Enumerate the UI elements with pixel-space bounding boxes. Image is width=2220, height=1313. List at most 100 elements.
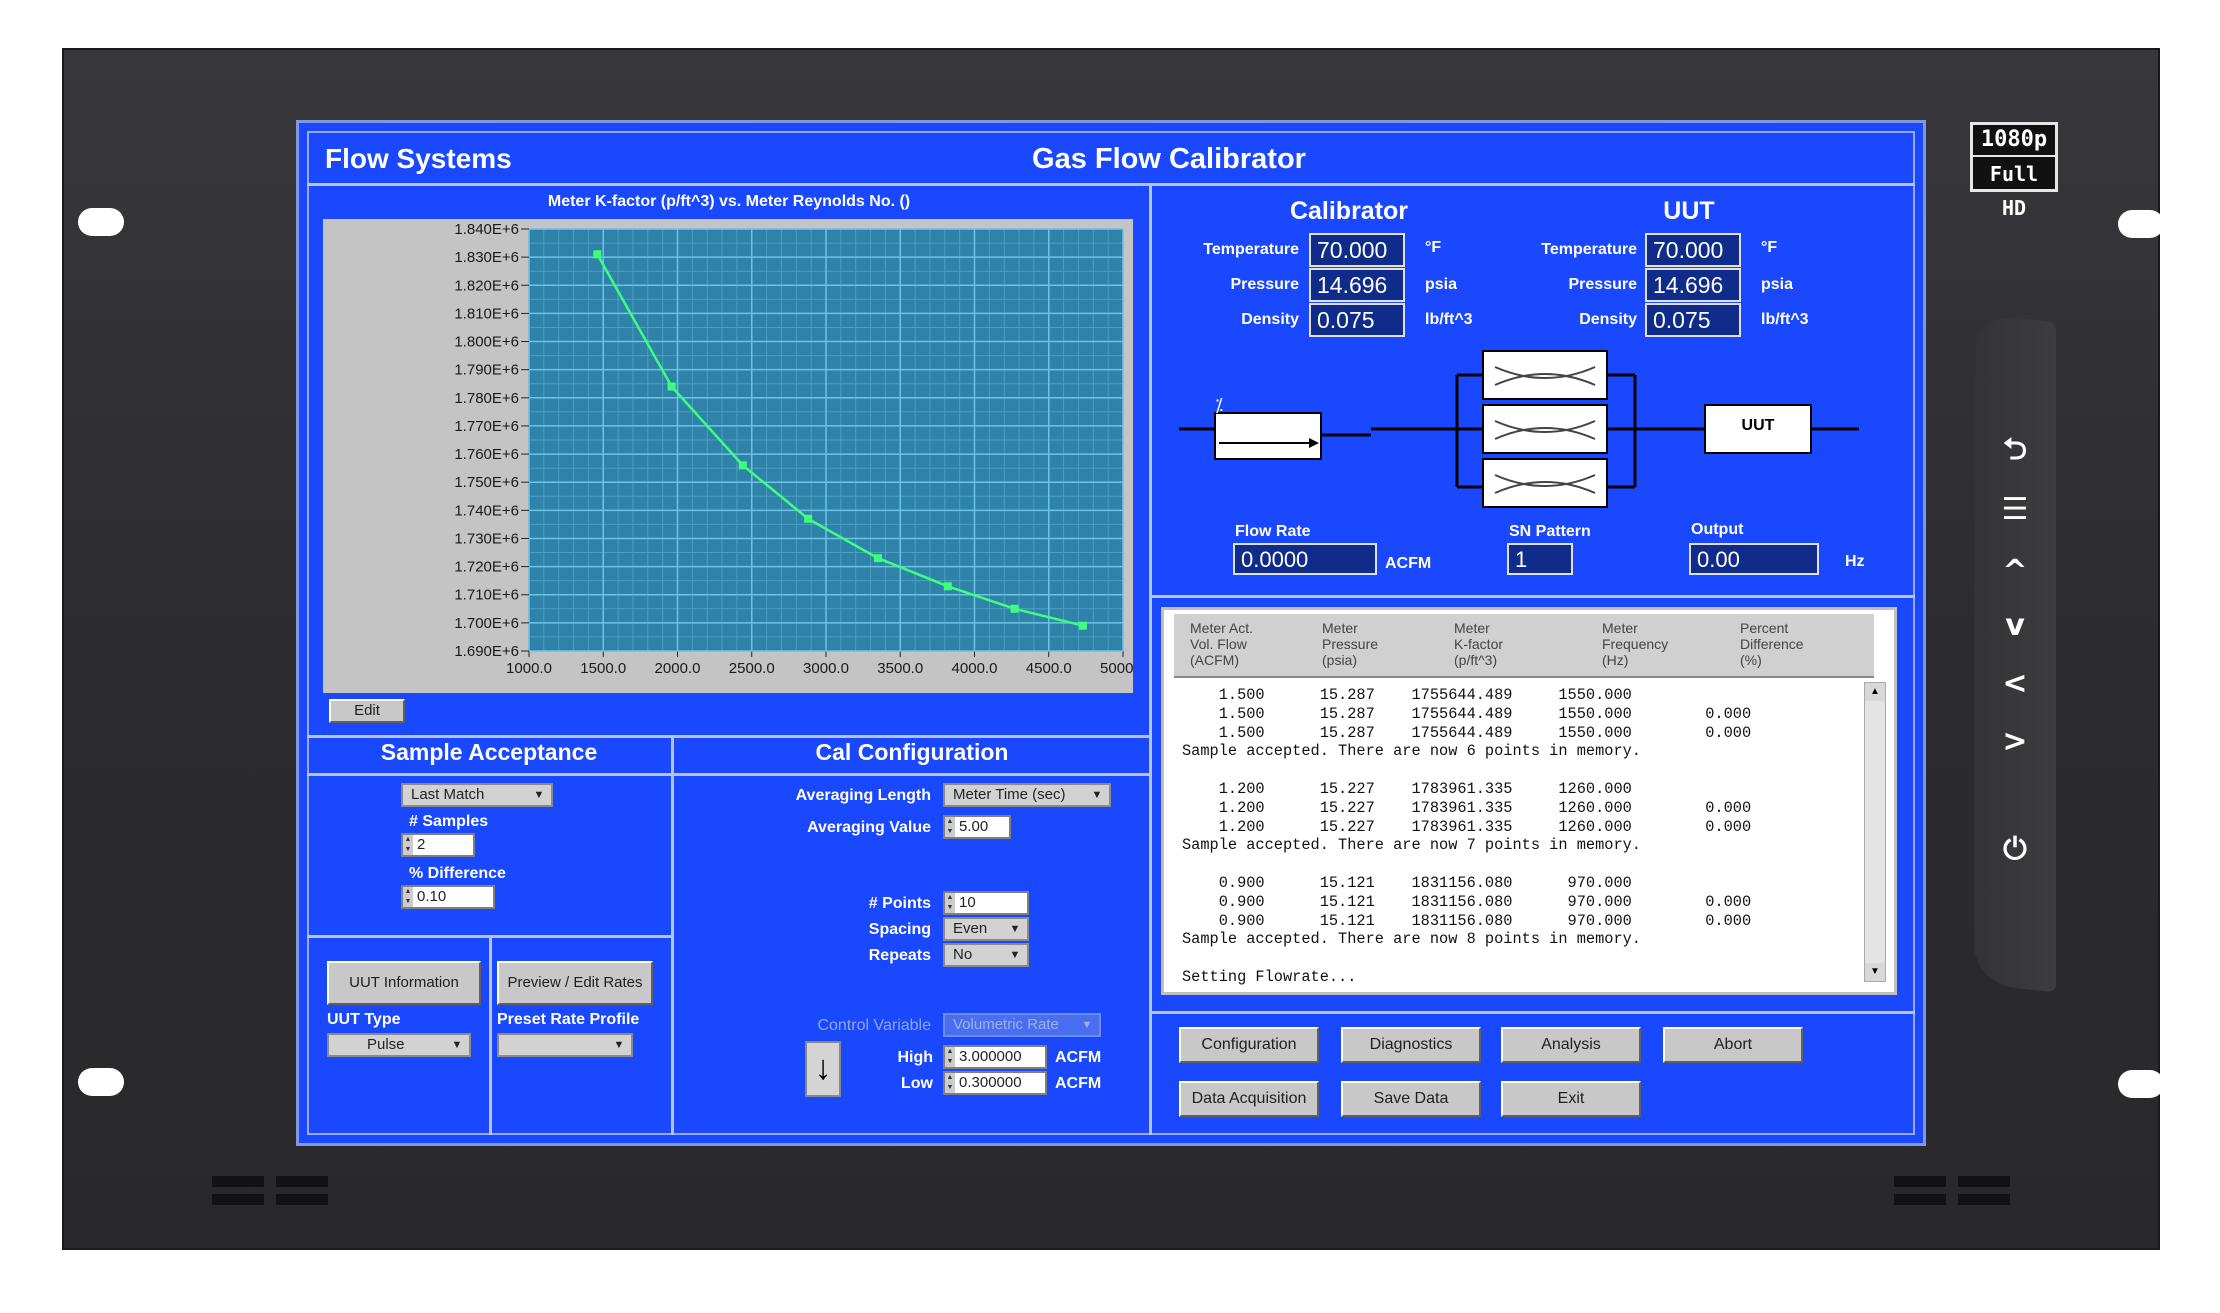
configuration-button[interactable]: Configuration xyxy=(1179,1027,1319,1063)
flow-controller-box xyxy=(1214,412,1322,460)
cal-config-title: Cal Configuration xyxy=(815,739,1009,765)
match-mode-dropdown[interactable]: Last Match ▼ xyxy=(401,783,553,807)
log-line: 1.500 15.287 1755644.489 1550.000 0.000 xyxy=(1182,704,1752,723)
y-tick-label: 1.700E+6 xyxy=(454,615,519,632)
data-acquisition-button[interactable]: Data Acquisition xyxy=(1179,1081,1319,1117)
x-tick-label: 4000.0 xyxy=(952,660,998,677)
col-difference: Percent Difference (%) xyxy=(1740,620,1804,668)
points-label: # Points xyxy=(868,895,931,912)
back-icon[interactable]: ⮌ xyxy=(1990,430,2040,470)
center-divider xyxy=(1149,183,1152,1135)
log-line: Sample accepted. There are now 7 points … xyxy=(1182,836,1641,855)
spinner-icon[interactable]: ▲ ▼ xyxy=(945,817,955,837)
difference-label: % Difference xyxy=(409,865,506,882)
uut-type-dropdown[interactable]: Pulse ▼ xyxy=(327,1033,471,1057)
vent-slot xyxy=(276,1176,328,1187)
y-tick-label: 1.760E+6 xyxy=(454,446,519,463)
calibrator-title: Calibrator xyxy=(1289,197,1409,225)
app-title: Gas Flow Calibrator xyxy=(1032,143,1306,175)
results-list[interactable]: Meter Act. Vol. Flow (ACFM) Meter Pressure(… xyxy=(1161,607,1897,995)
log-line: Sample accepted. There are now 8 points … xyxy=(1182,930,1641,949)
sn-pattern-field: 1 xyxy=(1507,543,1573,575)
difference-value: 0.10 xyxy=(417,888,447,905)
spacing-dropdown[interactable]: Even ▼ xyxy=(943,917,1029,941)
cal-pressure-label: Pressure xyxy=(1230,276,1300,293)
data-point xyxy=(593,250,602,259)
cal-density-label: Density xyxy=(1241,311,1299,328)
samples-input[interactable]: ▲ ▼ 2 xyxy=(401,833,475,857)
y-tick-label: 1.820E+6 xyxy=(454,277,519,294)
screen: Flow Systems Gas Flow Calibrator Meter K… xyxy=(296,120,1926,1146)
section-divider xyxy=(307,773,1149,776)
spinner-icon[interactable]: ▲ ▼ xyxy=(403,887,413,907)
mount-hole xyxy=(78,1068,124,1096)
spinner-icon[interactable]: ▲ ▼ xyxy=(945,893,955,913)
x-tick-label: 3500.0 xyxy=(877,660,923,677)
chevron-down-icon: ▼ xyxy=(1005,921,1025,937)
chart-edit-button[interactable]: Edit xyxy=(329,699,405,723)
log-line: 1.200 15.227 1783961.335 1260.000 0.000 xyxy=(1182,798,1752,817)
repeats-value: No xyxy=(953,946,973,963)
y-tick-label: 1.800E+6 xyxy=(454,334,519,351)
results-divider xyxy=(1152,595,1915,598)
points-input[interactable]: ▲ ▼ 10 xyxy=(943,891,1029,915)
save-data-button[interactable]: Save Data xyxy=(1341,1081,1481,1117)
data-point xyxy=(738,461,747,470)
up-icon[interactable]: ^ xyxy=(1990,552,2040,592)
title-divider xyxy=(307,183,1915,186)
sn-pattern-label: SN Pattern xyxy=(1509,523,1591,540)
analysis-button[interactable]: Analysis xyxy=(1501,1027,1641,1063)
log-line: 1.500 15.287 1755644.489 1550.000 0.000 xyxy=(1182,723,1752,742)
scroll-up-icon[interactable]: ▲ xyxy=(1865,683,1885,701)
company-name: Flow Systems xyxy=(325,143,512,174)
uut-pressure-label: Pressure xyxy=(1568,276,1638,293)
cal-pressure-field: 14.696 xyxy=(1309,268,1405,302)
spinner-icon[interactable]: ▲ ▼ xyxy=(403,835,413,855)
data-point xyxy=(943,582,952,591)
preview-edit-rates-button[interactable]: Preview / Edit Rates xyxy=(497,961,653,1005)
scroll-down-icon[interactable]: ▼ xyxy=(1865,963,1885,981)
abort-button[interactable]: Abort xyxy=(1663,1027,1803,1063)
averaging-value-input[interactable]: ▲ ▼ 5.00 xyxy=(943,815,1011,839)
badge-line1: 1080p xyxy=(1973,125,2055,157)
high-input[interactable]: ▲ ▼ 3.000000 xyxy=(943,1045,1047,1069)
direction-arrow-icon[interactable]: ↓ xyxy=(805,1041,841,1097)
power-icon[interactable]: ⏻ xyxy=(1990,830,2040,870)
output-label: Output xyxy=(1691,521,1744,538)
mount-hole xyxy=(2118,210,2164,238)
vent-slot xyxy=(1958,1194,2010,1205)
spinner-icon[interactable]: ▲ ▼ xyxy=(945,1073,955,1093)
down-icon[interactable]: v xyxy=(1990,606,2040,646)
x-tick-label: 1500.0 xyxy=(580,660,626,677)
exit-button[interactable]: Exit xyxy=(1501,1081,1641,1117)
y-tick-label: 1.690E+6 xyxy=(454,643,519,660)
uut-information-button[interactable]: UUT Information xyxy=(327,961,481,1005)
repeats-dropdown[interactable]: No ▼ xyxy=(943,943,1029,967)
low-input[interactable]: ▲ ▼ 0.300000 xyxy=(943,1071,1047,1095)
menu-icon[interactable]: ☰ xyxy=(1990,490,2040,530)
chevron-down-icon: ▼ xyxy=(529,787,549,803)
uut-density-field: 0.075 xyxy=(1645,303,1741,337)
diagnostics-button[interactable]: Diagnostics xyxy=(1341,1027,1481,1063)
match-mode-value: Last Match xyxy=(411,786,485,803)
left-icon[interactable]: < xyxy=(1990,664,2040,704)
spinner-icon[interactable]: ▲ ▼ xyxy=(945,1047,955,1067)
log-line: Setting Flowrate... xyxy=(1182,967,1357,986)
log-line: 0.900 15.121 1831156.080 970.000 xyxy=(1182,873,1632,892)
difference-input[interactable]: ▲ ▼ 0.10 xyxy=(401,885,495,909)
data-point xyxy=(1010,604,1019,613)
results-scrollbar[interactable]: ▲ ▼ xyxy=(1864,682,1886,982)
uut-pressure-field: 14.696 xyxy=(1645,268,1741,302)
chart-svg: 1000.0 1500.0 2000.0 2500.0 3000.0 3500.0 4000… xyxy=(454,221,1133,677)
averaging-length-dropdown[interactable]: Meter Time (sec) ▼ xyxy=(943,783,1111,807)
preset-rate-profile-dropdown[interactable]: ▼ xyxy=(497,1033,633,1057)
log-line: 0.900 15.121 1831156.080 970.000 0.000 xyxy=(1182,911,1752,930)
right-icon[interactable]: > xyxy=(1990,722,2040,762)
control-variable-label: Control Variable xyxy=(817,1017,931,1034)
y-tick-label: 1.740E+6 xyxy=(454,502,519,519)
mount-hole xyxy=(2118,1070,2164,1098)
uut-title: UUT xyxy=(1663,197,1715,225)
col-pressure: Meter Pressure (psia) xyxy=(1322,620,1379,668)
uut-density-unit: lb/ft^3 xyxy=(1761,311,1809,328)
